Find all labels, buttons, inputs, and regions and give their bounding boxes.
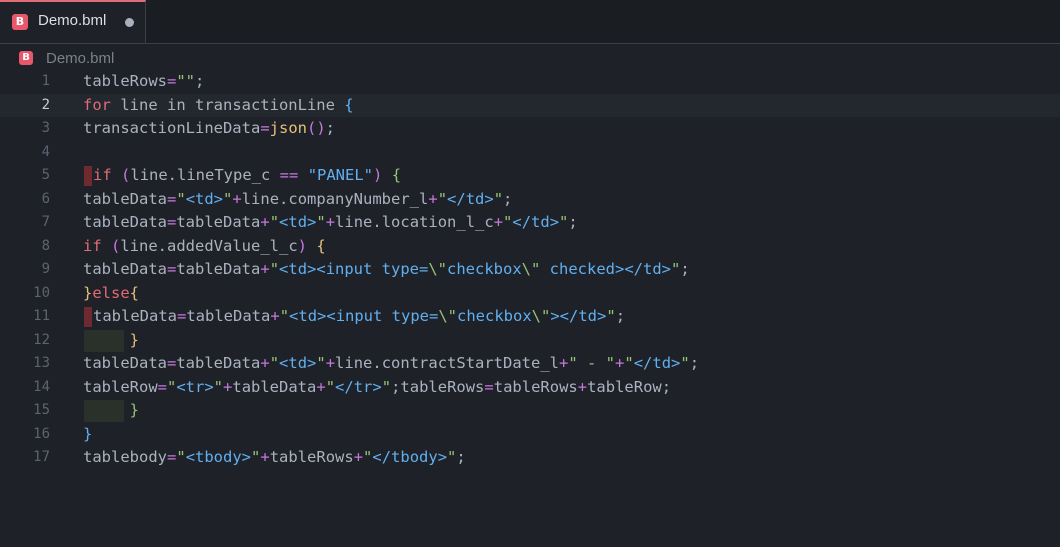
code-text: tableRows=""; [83, 72, 205, 90]
tab-label: Demo.bml [38, 12, 107, 29]
code-text: } [129, 401, 140, 419]
code-line[interactable]: 8 if (line.addedValue_l_c) { [0, 235, 1060, 259]
line-number: 3 [41, 120, 50, 136]
code-text: tableData=tableData+"<td><input type=\"c… [83, 260, 690, 278]
code-text: tableData=tableData+"<td>"+line.contract… [83, 354, 700, 372]
code-line[interactable]: 14 tableRow="<tr>"+tableData+"</tr>";tabl… [0, 376, 1060, 400]
code-text: if (line.lineType_c == "PANEL") { [93, 166, 402, 184]
code-line[interactable]: 4 [0, 141, 1060, 165]
code-text: tableData=tableData+"<td><input type=\"c… [93, 307, 626, 325]
line-number: 8 [41, 237, 50, 254]
code-line[interactable]: 1 tableRows=""; [0, 70, 1060, 94]
code-text: tablebody="<tbody>"+tableRows+"</tbody>"… [83, 448, 466, 466]
breadcrumb: B Demo.bml [0, 44, 1060, 70]
line-number: 4 [41, 143, 50, 160]
bml-file-icon: B [12, 14, 28, 30]
line-number: 11 [33, 308, 50, 324]
code-line[interactable]: 16} [0, 423, 1060, 447]
code-text: tableRow="<tr>"+tableData+"</tr>";tableR… [83, 377, 672, 396]
code-line[interactable]: 11 tableData=tableData+"<td><input type=\… [0, 305, 1060, 329]
code-line[interactable]: 7 tableData=tableData+"<td>"+line.locatio… [0, 211, 1060, 235]
code-line[interactable]: 12 } [0, 329, 1060, 353]
code-text: } [129, 330, 140, 349]
line-number: 5 [41, 167, 50, 183]
line-number: 16 [33, 425, 50, 442]
code-text: for line in transactionLine { [83, 95, 354, 114]
bml-file-icon: B [19, 51, 33, 65]
line-number: 12 [33, 331, 50, 348]
breadcrumb-file[interactable]: Demo.bml [46, 50, 114, 67]
code-line[interactable]: 15 } [0, 399, 1060, 423]
code-line[interactable]: 10 }else{ [0, 282, 1060, 306]
tab-bar: B Demo.bml [0, 0, 1060, 44]
code-line[interactable]: 3 transactionLineData=json(); [0, 117, 1060, 141]
error-marker [84, 166, 92, 186]
code-text: tableData="<td>"+line.companyNumber_l+"<… [83, 189, 513, 208]
code-text: } [83, 424, 93, 443]
line-number: 6 [41, 190, 50, 207]
line-number: 17 [33, 449, 50, 465]
code-line[interactable]: 5 if (line.lineType_c == "PANEL") { [0, 164, 1060, 188]
code-text: }else{ [83, 283, 140, 302]
error-marker [84, 307, 92, 327]
line-number: 1 [41, 73, 50, 89]
code-text: transactionLineData=json(); [83, 119, 335, 137]
code-line[interactable]: 17 tablebody="<tbody>"+tableRows+"</tbody… [0, 446, 1060, 470]
line-number: 10 [33, 284, 50, 301]
line-number: 9 [41, 261, 50, 277]
line-number: 14 [33, 378, 50, 395]
unsaved-dot-icon[interactable] [125, 18, 134, 27]
code-line[interactable]: 13 tableData=tableData+"<td>"+line.contra… [0, 352, 1060, 376]
line-number: 13 [33, 355, 50, 371]
code-line[interactable]: 2 for line in transactionLine { [0, 93, 1060, 117]
code-line[interactable]: 6 tableData="<td>"+line.companyNumber_l+"… [0, 188, 1060, 212]
code-text: tableData=tableData+"<td>"+line.location… [83, 213, 578, 231]
code-line[interactable]: 9 tableData=tableData+"<td><input type=\"… [0, 258, 1060, 282]
line-number: 2 [41, 96, 50, 113]
code-editor[interactable]: 1 tableRows=""; 2 for line in transactionLi… [0, 70, 1060, 547]
tab-demo-bml[interactable]: B Demo.bml [0, 0, 146, 43]
code-text: if (line.addedValue_l_c) { [83, 236, 326, 255]
line-number: 7 [41, 214, 50, 230]
line-number: 15 [33, 402, 50, 418]
